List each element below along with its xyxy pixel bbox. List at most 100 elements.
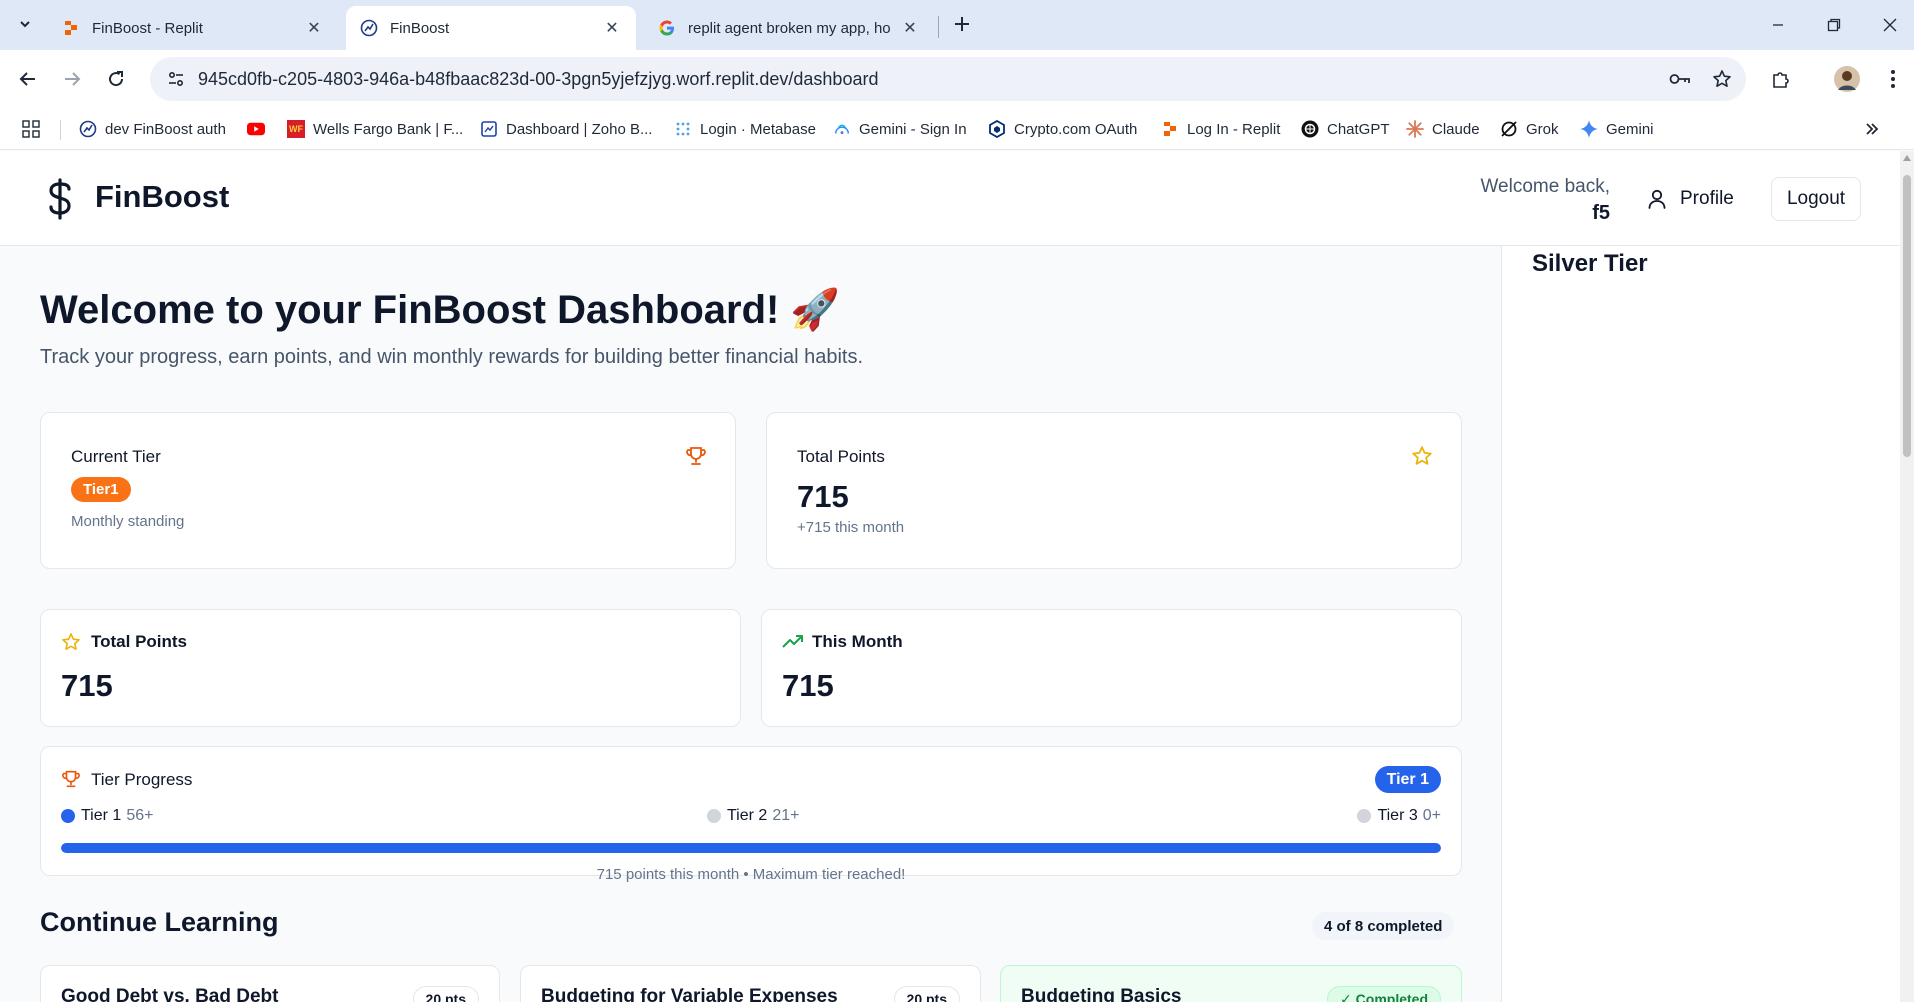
sidebar-tier-title: Silver Tier (1532, 250, 1648, 277)
bookmark-gemini-signin[interactable]: Gemini - Sign In (833, 116, 967, 142)
browser-toolbar: 945cd0fb-c205-4803-946a-b48fbaac823d-00-… (0, 50, 1914, 108)
tier-badge-wrap: Tier1 (71, 477, 131, 502)
bookmark-label: Log In - Replit (1187, 120, 1281, 138)
bookmark-star-icon[interactable] (1704, 61, 1740, 97)
profile-avatar[interactable] (1830, 62, 1864, 96)
trophy-icon (686, 447, 706, 465)
browser-menu-button[interactable] (1876, 62, 1910, 96)
bookmark-replit-login[interactable]: Log In - Replit (1161, 116, 1280, 142)
tab-title: FinBoost - Replit (92, 19, 203, 37)
star-icon (62, 633, 80, 650)
replit-icon (1161, 120, 1179, 138)
apps-button[interactable] (22, 116, 40, 142)
gemini-signin-icon (833, 120, 851, 138)
reload-icon (109, 71, 124, 87)
card-label: Current Tier (71, 447, 161, 466)
double-chevron-right-icon (1866, 123, 1879, 135)
replit-icon (62, 19, 80, 37)
apps-grid-icon (22, 120, 40, 138)
zoho-icon (480, 120, 498, 138)
browser-tab-replit[interactable]: FinBoost - Replit ✕ (48, 6, 338, 50)
welcome-text: Welcome back, (1480, 176, 1610, 197)
bookmark-divider (60, 120, 61, 140)
page-subtitle: Track your progress, earn points, and wi… (40, 346, 863, 368)
bookmark-youtube[interactable] (247, 116, 273, 142)
lesson-card[interactable]: Budgeting for Variable Expenses 20 pts (520, 965, 981, 1002)
minimize-button[interactable] (1756, 8, 1800, 42)
stat-value: 715 (782, 668, 834, 703)
bookmark-metabase[interactable]: Login · Metabase (674, 116, 816, 142)
tier-progress-fill (61, 843, 1441, 853)
tier-progress-card: Tier Progress Tier 1 Tier 1 56+ Tier 2 2… (40, 746, 1462, 883)
page-title: Welcome to your FinBoost Dashboard! 🚀 (40, 288, 841, 332)
more-bookmarks-button[interactable] (1864, 116, 1880, 142)
back-button[interactable] (12, 63, 44, 95)
tier-name: Tier 3 (1377, 807, 1418, 824)
close-icon[interactable]: ✕ (304, 18, 324, 38)
extensions-button[interactable] (1764, 62, 1798, 96)
star-icon (1412, 446, 1432, 465)
continue-learning-title: Continue Learning (40, 907, 279, 937)
lesson-card[interactable]: Good Debt vs. Bad Debt 20 pts (40, 965, 500, 1002)
restore-button[interactable] (1812, 8, 1856, 42)
metabase-icon (674, 120, 692, 138)
current-tier-card: Current Tier Tier1 Monthly standing (40, 412, 736, 569)
password-key-icon[interactable] (1662, 61, 1698, 97)
puzzle-icon (1773, 72, 1789, 88)
tier-progress-bar (61, 843, 1441, 853)
scroll-up-arrow[interactable] (1903, 155, 1911, 161)
card-note: +715 this month (797, 519, 905, 536)
stat-label: Total Points (91, 632, 188, 651)
reload-button[interactable] (100, 63, 132, 95)
lesson-card-completed[interactable]: Budgeting Basics ✓ Completed (1000, 965, 1462, 1002)
browser-tab-bar: FinBoost - Replit ✕ FinBoost ✕ replit ag… (0, 0, 1914, 50)
bookmark-crypto-com[interactable]: Crypto.com OAuth (988, 116, 1137, 142)
close-icon[interactable]: ✕ (900, 18, 920, 38)
bookmark-claude[interactable]: Claude (1406, 116, 1480, 142)
youtube-icon (247, 120, 265, 138)
bookmark-label: Dashboard | Zoho B... (506, 120, 653, 138)
gemini-icon (1580, 120, 1598, 138)
bookmark-label: Crypto.com OAuth (1014, 120, 1138, 138)
google-icon (658, 19, 676, 37)
username: f5 (1592, 202, 1610, 224)
tab-search-button[interactable] (10, 9, 40, 39)
logout-button[interactable]: Logout (1771, 177, 1861, 221)
bookmark-label: Gemini (1606, 120, 1654, 138)
app-header: FinBoost Welcome back, f5 Profile Logout (0, 151, 1900, 246)
browser-tab-google[interactable]: replit agent broken my app, ho ✕ (644, 6, 934, 50)
completed-count-badge: 4 of 8 completed (1312, 912, 1455, 940)
new-tab-button[interactable] (948, 10, 976, 38)
close-window-button[interactable] (1868, 8, 1912, 42)
chatgpt-icon (1301, 120, 1319, 138)
user-icon (1648, 189, 1666, 209)
close-icon[interactable]: ✕ (602, 18, 622, 38)
scrollbar-thumb[interactable] (1903, 175, 1911, 457)
wells-fargo-icon: WF (287, 120, 305, 138)
bookmark-wells-fargo[interactable]: WF Wells Fargo Bank | F... (287, 116, 463, 142)
bookmark-gemini[interactable]: Gemini (1580, 116, 1654, 142)
lesson-points-badge: 20 pts (893, 986, 960, 1002)
bookmark-grok[interactable]: Grok (1500, 116, 1559, 142)
address-bar[interactable]: 945cd0fb-c205-4803-946a-b48fbaac823d-00-… (150, 57, 1746, 101)
lesson-title: Good Debt vs. Bad Debt (61, 986, 279, 1002)
tier-threshold: 56+ (126, 807, 154, 824)
browser-tab-finboost[interactable]: FinBoost ✕ (346, 6, 636, 50)
bookmark-dev-finboost[interactable]: dev FinBoost auth (79, 116, 226, 142)
logo-text[interactable]: FinBoost (95, 179, 229, 215)
total-points-card: Total Points 715 +715 this month (766, 412, 1462, 569)
profile-button[interactable]: Profile (1646, 179, 1734, 219)
stat-label: This Month (812, 632, 903, 651)
tier-marker-1: Tier 1 56+ (61, 807, 153, 825)
site-info-icon[interactable] (156, 59, 196, 99)
bookmark-chatgpt[interactable]: ChatGPT (1301, 116, 1390, 142)
lesson-title: Budgeting Basics (1021, 986, 1182, 1002)
bookmark-label: ChatGPT (1327, 120, 1390, 138)
url-text[interactable]: 945cd0fb-c205-4803-946a-b48fbaac823d-00-… (198, 69, 1662, 90)
page-scrollbar[interactable] (1900, 151, 1914, 1002)
minimize-icon (1773, 24, 1783, 26)
bookmark-zoho[interactable]: Dashboard | Zoho B... (480, 116, 652, 142)
forward-button[interactable] (56, 63, 88, 95)
stat-total-points: Total Points 715 (40, 609, 741, 727)
crypto-icon (988, 120, 1006, 138)
